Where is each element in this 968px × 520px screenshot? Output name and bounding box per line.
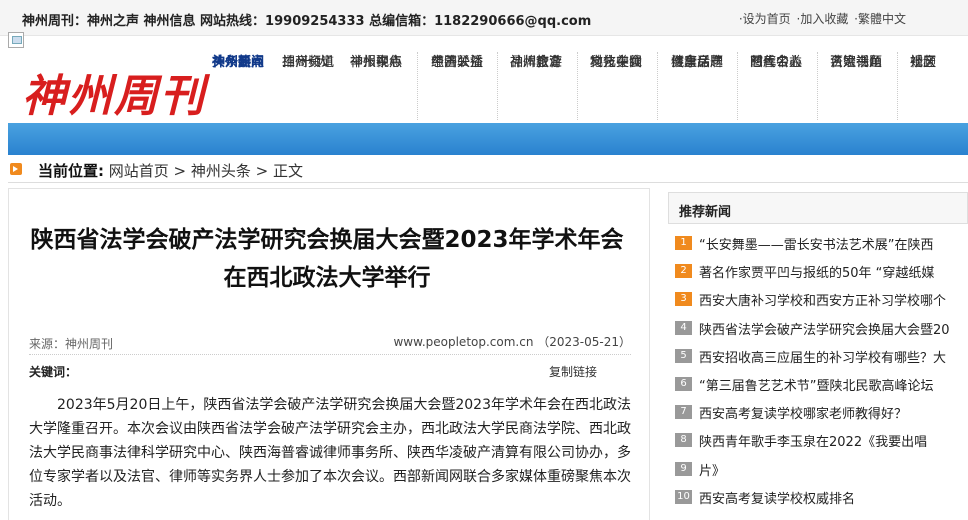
news-link[interactable]: 西安大唐补习学校和西安方正补习学校哪个 (699, 290, 946, 309)
nav-row: 神州要闻 招商频道 举报中心 经济联播 品牌企业 科技在线 汽车品牌 慈善公益 名家书画 婚庆 (212, 52, 968, 74)
rank-badge: 10 (675, 489, 692, 504)
breadcrumb: 当前位置: 网站首页 > 神州头条 > 正文 (8, 159, 968, 183)
list-item[interactable]: 9 片》 (668, 456, 968, 484)
list-item[interactable]: 2 著名作家贾平凹与报纸的50年 “穿越纸媒 (668, 258, 968, 286)
list-item[interactable]: 6 “第三届鲁艺艺术节”暨陕北民歌高峰论坛 (668, 371, 968, 399)
nav-link[interactable]: 名家书画 (830, 52, 882, 74)
copy-link-button[interactable]: 复制链接 (549, 363, 597, 380)
traditional-chinese-link[interactable]: ·繁體中文 (854, 12, 906, 26)
rank-badge: 5 (675, 348, 692, 363)
list-item[interactable]: 3 西安大唐补习学校和西安方正补习学校哪个 (668, 286, 968, 314)
breadcrumb-path[interactable]: 网站首页 > 神州头条 > 正文 (109, 162, 303, 180)
nav-link[interactable]: 经济联播 (431, 52, 483, 74)
recommend-title: 推荐新闻 (679, 205, 732, 220)
list-item[interactable]: 5 西安招收高三应届生的补习学校有哪些？大 (668, 343, 968, 371)
breadcrumb-label: 当前位置: (38, 162, 104, 180)
news-link[interactable]: “第三届鲁艺艺术节”暨陕北民歌高峰论坛 (699, 375, 933, 394)
recommend-header: 推荐新闻 (668, 192, 968, 224)
rank-badge: 3 (675, 292, 692, 307)
nav-link[interactable]: 举报中心 (350, 52, 402, 74)
article-panel: 陕西省法学会破产法学研究会换届大会暨2023年学术年会在西北政法大学举行 来源：… (8, 188, 650, 520)
article-body: 2023年5月20日上午，陕西省法学会破产法学研究会换届大会暨2023年学术年会… (29, 397, 631, 509)
arrow-flag-icon (10, 163, 22, 175)
rank-badge: 7 (675, 405, 692, 420)
main-nav: 头条新闻 神州资讯 神州聚焦 慈善公益 神州教育 文化中国 健康话题 时代名人 百姓话题 社区 神州… (212, 52, 968, 120)
top-links: ·设为首页 ·加入收藏 ·繁體中文 (737, 10, 906, 27)
news-link[interactable]: 西安招收高三应届生的补习学校有哪些？大 (699, 347, 946, 366)
add-favorite-link[interactable]: ·加入收藏 (797, 12, 849, 26)
article-title: 陕西省法学会破产法学研究会换届大会暨2023年学术年会在西北政法大学举行 (30, 227, 624, 291)
news-link[interactable]: 著名作家贾平凹与报纸的50年 “穿越纸媒 (699, 262, 934, 281)
rank-badge: 2 (675, 264, 692, 279)
rank-badge: 8 (675, 433, 692, 448)
recommend-list: 1 “长安舞墨——雷长安书法艺术展”在陕西 2 著名作家贾平凹与报纸的50年 “穿越… (668, 230, 968, 512)
rank-badge: 4 (675, 320, 692, 335)
nav-link[interactable]: 汽车品牌 (671, 52, 723, 74)
nav-link[interactable]: 品牌企业 (510, 52, 562, 74)
news-link[interactable]: 西安高考复读学校权威排名 (699, 488, 855, 507)
rank-badge: 6 (675, 376, 692, 391)
news-link[interactable]: 陕西青年歌手李玉泉在2022《我要出唱 (699, 431, 927, 450)
news-link[interactable]: 西安高考复读学校哪家老师教得好？ (699, 403, 907, 422)
rank-badge: 1 (675, 236, 692, 250)
site-logo[interactable]: 神州周刊 (22, 60, 206, 124)
list-item[interactable]: 10 西安高考复读学校权威排名 (668, 484, 968, 512)
nav-link[interactable]: 慈善公益 (750, 52, 802, 74)
news-link[interactable]: 陕西省法学会破产法学研究会换届大会暨20 (699, 319, 950, 338)
top-bar: 神州周刊：神州之声 神州信息 网站热线：19909254333 总编信箱：118… (0, 0, 968, 36)
nav-link[interactable]: 招商频道 (282, 52, 334, 74)
rank-badge: 9 (675, 461, 692, 476)
list-item[interactable]: 1 “长安舞墨——雷长安书法艺术展”在陕西 (668, 230, 968, 258)
article-meta: 来源：神州周刊 www.peopletop.com.cn （2023-05-21… (29, 333, 631, 355)
nav-category-head[interactable]: 神州要闻 (212, 52, 264, 74)
article-source: 来源：神州周刊 (29, 337, 114, 351)
keywords-label: 关键词： (29, 365, 78, 379)
news-link[interactable]: “长安舞墨——雷长安书法艺术展”在陕西 (699, 234, 933, 253)
set-homepage-link[interactable]: ·设为首页 (739, 12, 791, 26)
recommend-panel: 推荐新闻 1 “长安舞墨——雷长安书法艺术展”在陕西 2 著名作家贾平凹与报纸的50… (668, 192, 968, 520)
list-item[interactable]: 4 陕西省法学会破产法学研究会换届大会暨20 (668, 315, 968, 343)
list-item[interactable]: 8 陕西青年歌手李玉泉在2022《我要出唱 (668, 427, 968, 455)
nav-link[interactable]: 科技在线 (590, 52, 642, 74)
news-link[interactable]: 片》 (699, 460, 725, 479)
blue-banner-band (8, 123, 968, 155)
broken-image-icon (8, 32, 24, 48)
nav-link[interactable]: 婚庆 (910, 52, 936, 74)
article-site-date: www.peopletop.com.cn （2023-05-21） (393, 335, 631, 349)
list-item[interactable]: 7 西安高考复读学校哪家老师教得好？ (668, 399, 968, 427)
site-contact-info: 神州周刊：神州之声 神州信息 网站热线：19909254333 总编信箱：118… (22, 14, 592, 29)
